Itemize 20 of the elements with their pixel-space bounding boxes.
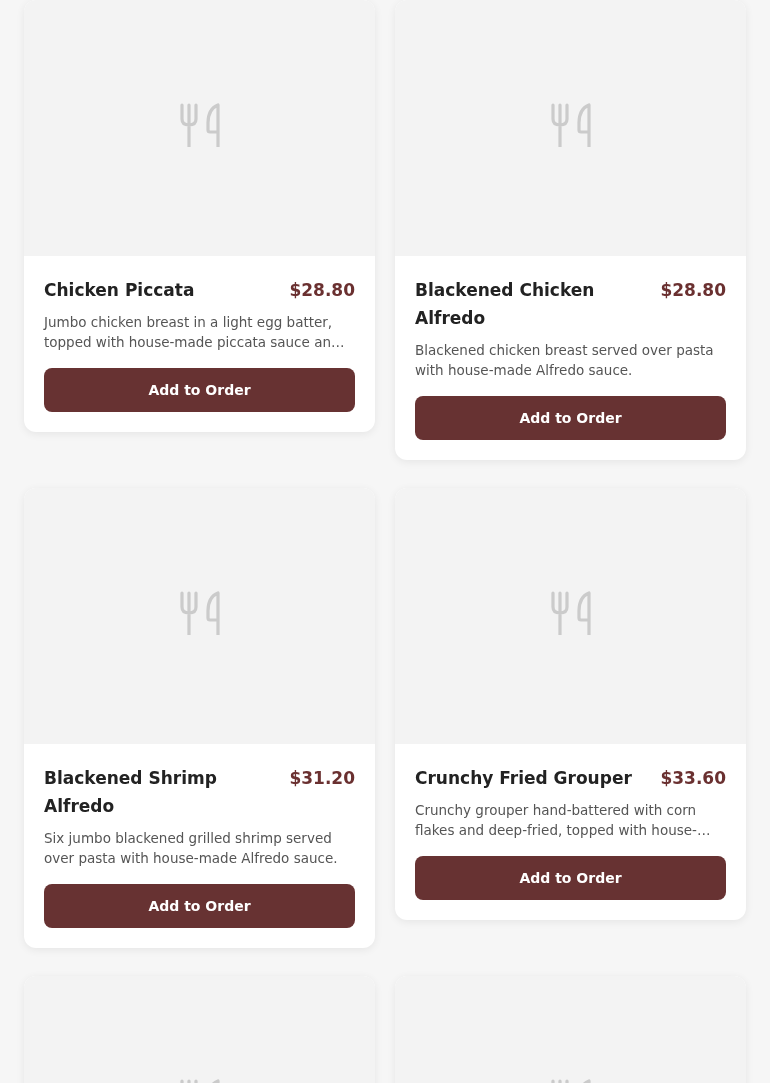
dish-description: Crunchy grouper hand-battered with corn flakes and deep-fried, topped with house-… bbox=[415, 801, 712, 840]
add-to-order-button[interactable]: Add to Order bbox=[44, 884, 355, 928]
fork-knife-icon bbox=[178, 103, 221, 147]
fork-knife-icon bbox=[178, 591, 221, 635]
add-to-order-button[interactable]: Add to Order bbox=[44, 368, 355, 412]
dish-price: $28.80 bbox=[660, 279, 726, 302]
dish-description: Blackened chicken breast served over pasta with house-made Alfredo sauce. bbox=[415, 341, 715, 380]
add-to-order-button[interactable]: Add to Order bbox=[415, 856, 726, 900]
dish-name: Crunchy Fried Grouper bbox=[415, 767, 632, 790]
add-to-order-button[interactable]: Add to Order bbox=[415, 396, 726, 440]
fork-knife-icon bbox=[549, 103, 592, 147]
dish-price: $31.20 bbox=[289, 767, 355, 790]
fork-knife-icon bbox=[549, 591, 592, 635]
dish-price: $28.80 bbox=[289, 279, 355, 302]
dish-name: Blackened Chicken Alfredo bbox=[415, 279, 596, 330]
dish-name: Blackened Shrimp Alfredo bbox=[44, 767, 218, 818]
dish-description: Six jumbo blackened grilled shrimp served over pasta with house-made Alfredo sauce. bbox=[44, 829, 339, 868]
dish-description: Jumbo chicken breast in a light egg batter, topped with house-made piccata sauce an… bbox=[44, 313, 346, 352]
dish-price: $33.60 bbox=[660, 767, 726, 790]
dish-name: Chicken Piccata bbox=[44, 279, 195, 302]
